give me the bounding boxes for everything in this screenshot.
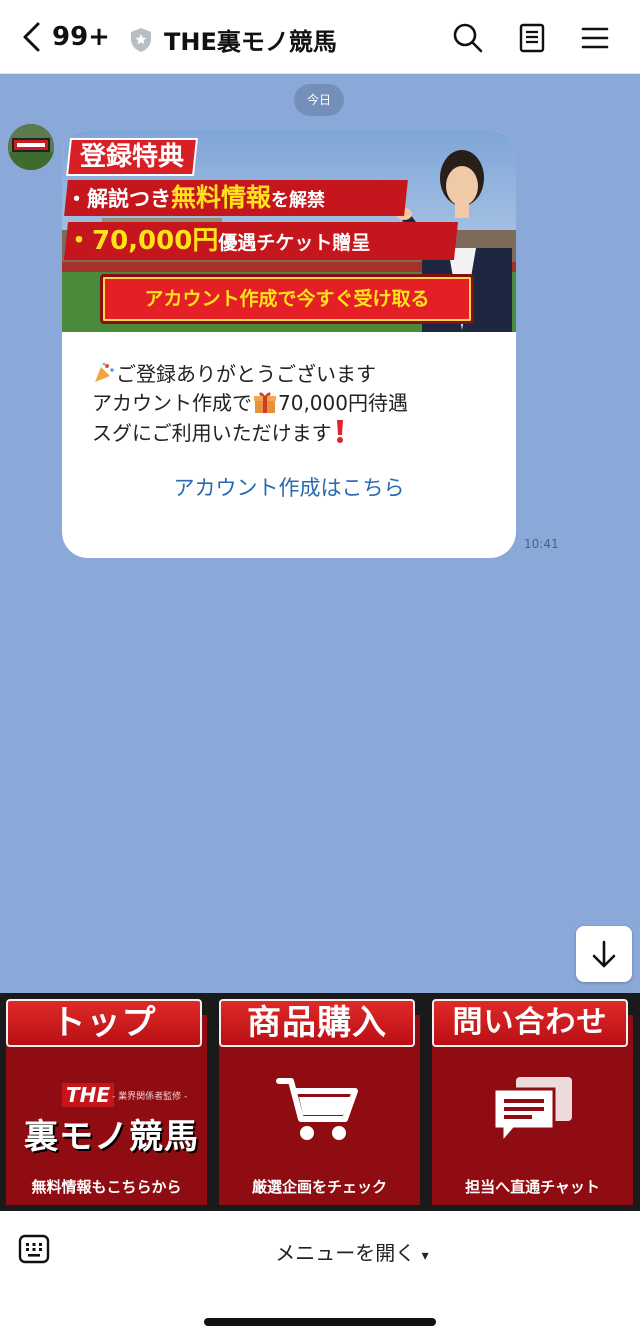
- account-create-link[interactable]: アカウント作成はこちら: [62, 472, 516, 502]
- banner-line1-highlight: 無料情報: [171, 183, 272, 212]
- message-bubble: 登録特典 ・解説つき無料情報を解禁 ・70,000円優遇チケット贈呈 アカウント…: [62, 130, 516, 558]
- menu-icon[interactable]: [579, 22, 611, 54]
- rich-menu-top[interactable]: トップ THE - 業界関係者監修 - 裏モノ競馬 無料情報もこちらから: [0, 993, 213, 1211]
- banner-line1-post: を解禁: [271, 190, 326, 211]
- chat-header: 99+ THE裏モノ競馬: [0, 0, 640, 74]
- open-menu-button[interactable]: メニューを開く ▾: [0, 1237, 640, 1266]
- brand-the: THE: [62, 1083, 115, 1107]
- scroll-to-bottom-button[interactable]: [576, 926, 632, 982]
- date-separator: 今日: [294, 84, 344, 116]
- message-timestamp: 10:41: [524, 537, 559, 551]
- promo-banner-image[interactable]: 登録特典 ・解説つき無料情報を解禁 ・70,000円優遇チケット贈呈 アカウント…: [62, 130, 516, 332]
- caret-down-icon: ▾: [421, 1248, 429, 1264]
- message-line2-post: 70,000円待遇: [278, 391, 408, 415]
- rich-menu-contact-tab: 問い合わせ: [432, 999, 628, 1047]
- banner-heading: 登録特典: [79, 142, 184, 172]
- bottom-bar: メニューを開く ▾: [0, 1211, 640, 1335]
- rich-menu-purchase-tab: 商品購入: [219, 999, 415, 1047]
- message-text: ご登録ありがとうございます アカウント作成で 70,000円待遇 スグにご利用い…: [92, 360, 408, 448]
- rich-menu-contact-caption: 担当へ直通チャット: [465, 1178, 600, 1196]
- message-line2-pre: アカウント作成で: [92, 391, 252, 415]
- exclamation-icon: [336, 420, 343, 443]
- avatar[interactable]: [8, 124, 54, 170]
- back-button[interactable]: 99+: [18, 20, 110, 54]
- rich-menu: トップ THE - 業界関係者監修 - 裏モノ競馬 無料情報もこちらから 商品購…: [0, 993, 640, 1211]
- note-icon[interactable]: [516, 22, 548, 54]
- rich-menu-top-tab: トップ: [6, 999, 202, 1047]
- chat-title-area[interactable]: THE裏モノ競馬: [130, 22, 337, 57]
- unread-count: 99+: [52, 22, 110, 52]
- brand-sub: - 業界関係者監修 -: [112, 1092, 188, 1102]
- brand-logo: 裏モノ競馬: [24, 1117, 199, 1157]
- banner-line2-amount: ・70,000円: [66, 226, 219, 256]
- banner-line1-pre: ・解説つき: [66, 187, 171, 211]
- arrow-down-icon: [592, 940, 616, 968]
- message-line3: スグにご利用いただけます: [92, 421, 332, 445]
- party-popper-icon: [95, 362, 114, 382]
- chevron-left-icon: [23, 22, 40, 52]
- gift-icon: [254, 392, 276, 413]
- open-menu-label: メニューを開く: [275, 1241, 416, 1265]
- rich-menu-contact[interactable]: 問い合わせ 担当へ直通チャット: [426, 993, 639, 1211]
- rich-menu-top-caption: 無料情報もこちらから: [31, 1178, 182, 1196]
- banner-line2-post: 優遇チケット贈呈: [218, 232, 371, 254]
- message-line1: ご登録ありがとうございます: [116, 362, 376, 386]
- chat-bubble-icon: [492, 1077, 572, 1148]
- shield-icon: [131, 27, 151, 52]
- shopping-cart-icon: [276, 1078, 358, 1140]
- chat-title: THE裏モノ競馬: [164, 28, 337, 56]
- search-icon[interactable]: [452, 22, 484, 54]
- rich-menu-purchase-caption: 厳選企画をチェック: [251, 1178, 387, 1196]
- banner-cta[interactable]: アカウント作成で今すぐ受け取る: [100, 274, 474, 324]
- banner-cta-label: アカウント作成で今すぐ受け取る: [144, 288, 430, 310]
- home-indicator: [204, 1318, 436, 1326]
- rich-menu-purchase[interactable]: 商品購入 厳選企画をチェック: [213, 993, 426, 1211]
